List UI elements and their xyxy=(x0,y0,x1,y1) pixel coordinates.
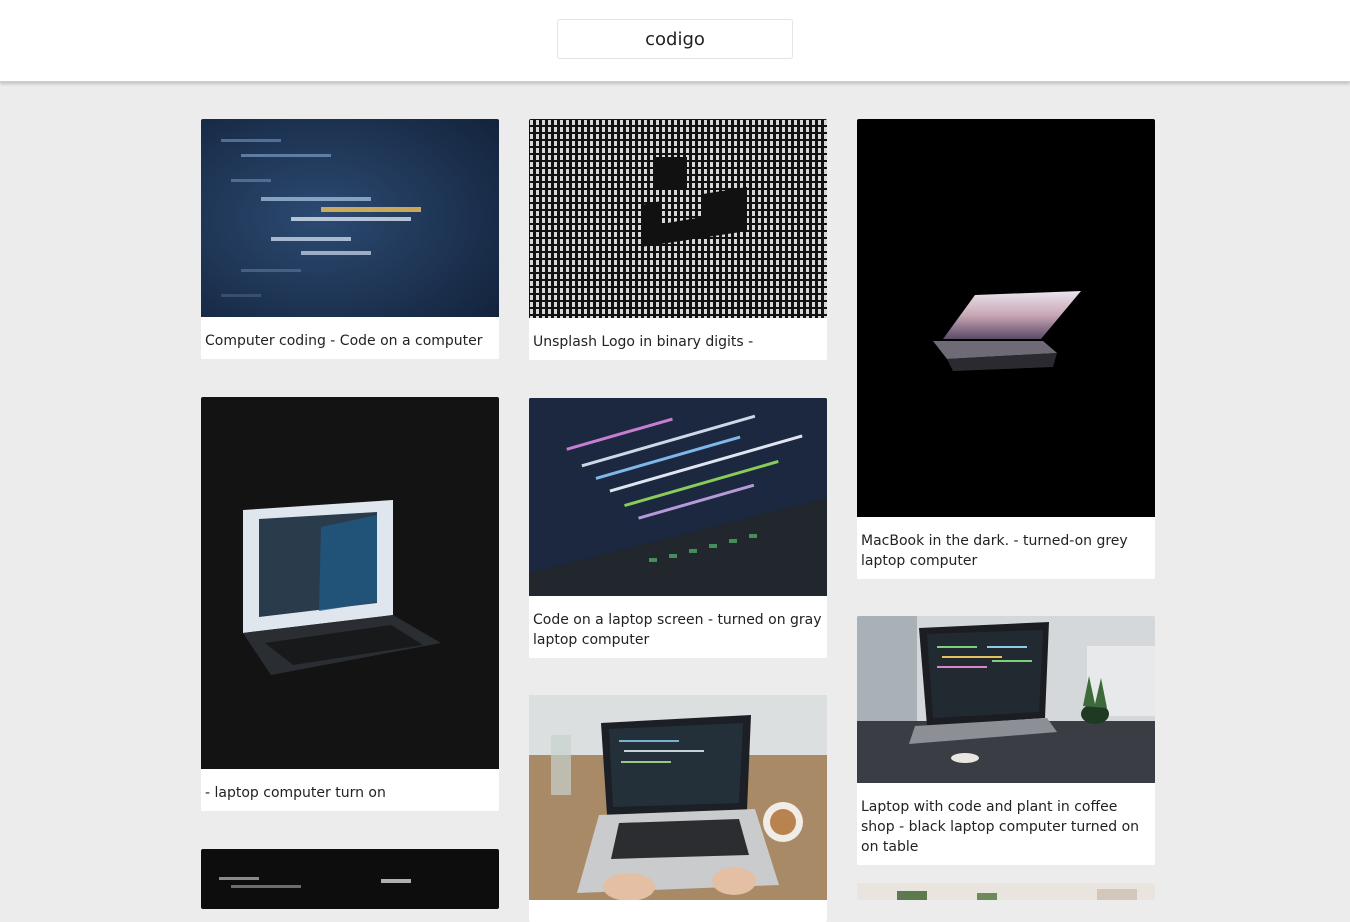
photo-card[interactable]: Laptop with code and plant in coffee sho… xyxy=(857,616,1155,865)
photo-caption: Unsplash Logo in binary digits - xyxy=(533,334,754,350)
top-bar xyxy=(0,0,1350,82)
photo-caption xyxy=(529,900,827,922)
photo-card[interactable]: Computer coding - Code on a computer xyxy=(201,119,499,359)
photo-image[interactable] xyxy=(529,119,827,318)
photo-card[interactable]: MacBook in the dark. - turned-on grey la… xyxy=(857,119,1155,579)
photo-caption: - laptop computer turn on xyxy=(205,785,386,801)
photo-image[interactable] xyxy=(201,119,499,317)
photo-image[interactable] xyxy=(201,397,499,769)
photo-caption: Code on a laptop screen - turned on gray… xyxy=(533,612,822,648)
photo-card[interactable]: Code on a laptop screen - turned on gray… xyxy=(529,398,827,658)
photo-image[interactable] xyxy=(857,119,1155,517)
photo-card[interactable] xyxy=(529,695,827,922)
search-input[interactable] xyxy=(557,19,793,59)
photo-caption: Laptop with code and plant in coffee sho… xyxy=(861,799,1140,855)
photo-image[interactable] xyxy=(201,849,499,909)
photo-card[interactable] xyxy=(201,849,499,909)
photo-image[interactable] xyxy=(529,398,827,596)
photo-card[interactable]: Unsplash Logo in binary digits - xyxy=(529,119,827,360)
photo-card[interactable]: - laptop computer turn on xyxy=(201,397,499,811)
photo-image[interactable] xyxy=(529,695,827,900)
photo-caption: Computer coding - Code on a computer xyxy=(205,333,483,349)
photo-caption: MacBook in the dark. - turned-on grey la… xyxy=(861,533,1128,569)
photo-image[interactable] xyxy=(857,616,1155,783)
photo-image[interactable] xyxy=(857,883,1155,900)
photo-card[interactable] xyxy=(857,883,1155,900)
